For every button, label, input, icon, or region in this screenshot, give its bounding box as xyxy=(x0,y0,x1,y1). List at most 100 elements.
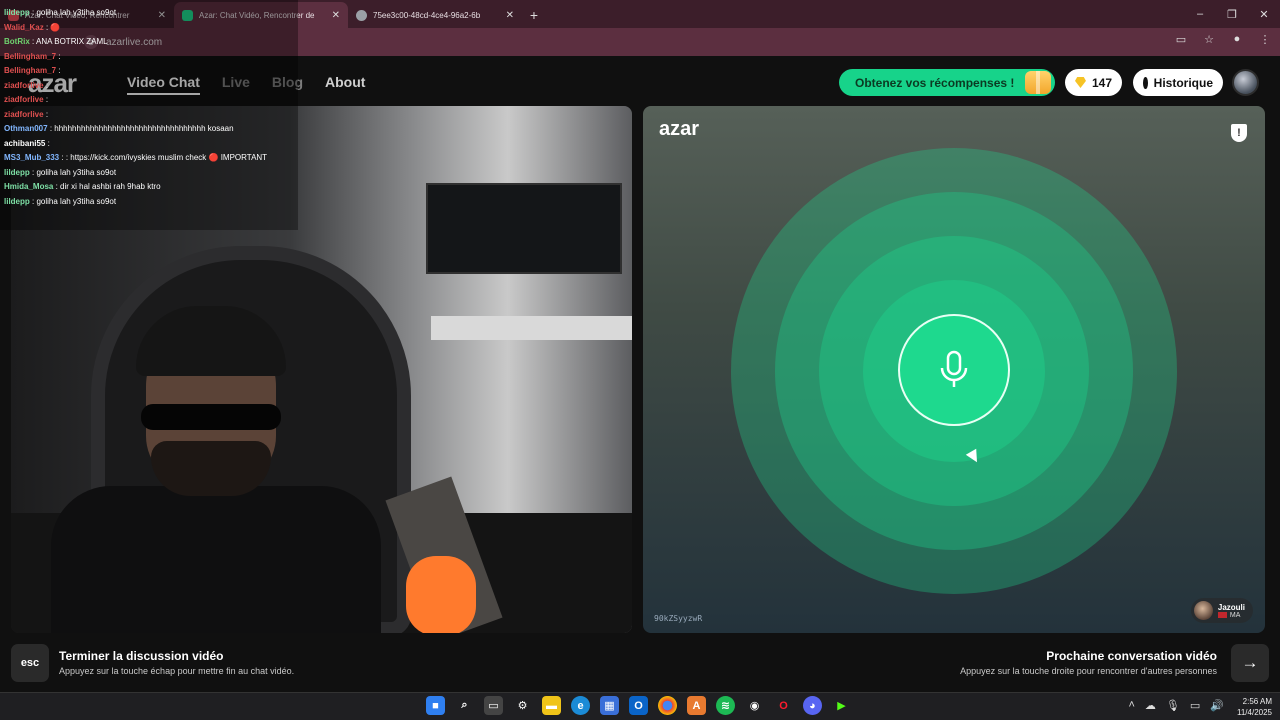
clock-icon xyxy=(1143,76,1150,89)
chat-username[interactable]: ziadforlive xyxy=(4,81,44,90)
footer-controls: esc Terminer la discussion vidéo Appuyez… xyxy=(0,643,1280,692)
new-tab-button[interactable]: + xyxy=(522,2,546,28)
chat-text: : 🔴 xyxy=(45,22,61,32)
chat-username[interactable]: Hmida_Mosa xyxy=(4,182,53,191)
morocco-flag-icon xyxy=(1217,612,1227,618)
rewards-label: Obtenez vos récompenses ! xyxy=(855,75,1015,90)
github-icon[interactable]: ◉ xyxy=(745,696,764,715)
chat-message: Walid_Kaz : 🔴 xyxy=(4,21,294,36)
gem-icon xyxy=(1075,77,1086,88)
close-window-icon[interactable]: ✕ xyxy=(1248,0,1280,28)
toolbar-actions: ▭ ☆ ● ⋮ xyxy=(1174,32,1272,46)
end-chat-title: Terminer la discussion vidéo xyxy=(59,649,224,663)
chrome-icon[interactable] xyxy=(658,696,677,715)
close-icon[interactable]: ✕ xyxy=(506,10,514,21)
window-controls: – ❐ ✕ xyxy=(1184,0,1280,28)
onedrive-icon[interactable]: ☁ xyxy=(1145,699,1156,712)
file-explorer-icon[interactable]: ▬ xyxy=(542,696,561,715)
chat-message: MS3_Mub_333 : : https://kick.com/ivyskie… xyxy=(4,151,294,166)
chat-username[interactable]: Bellingham_7 xyxy=(4,52,56,61)
task-view-icon[interactable]: ▭ xyxy=(484,696,503,715)
profile-icon[interactable]: ● xyxy=(1230,32,1244,46)
maximize-icon[interactable]: ❐ xyxy=(1216,0,1248,28)
chat-username[interactable]: achibani55 xyxy=(4,139,45,148)
chat-username[interactable]: ziadforlive xyxy=(4,110,44,119)
clock-time: 2:56 AM xyxy=(1242,697,1272,706)
session-code: 90kZSyyzwR xyxy=(654,614,703,623)
chat-username[interactable]: MS3_Mub_333 xyxy=(4,153,59,162)
chat-username[interactable]: lildepp xyxy=(4,168,30,177)
outlook-icon[interactable]: O xyxy=(629,696,648,715)
avatar[interactable] xyxy=(1232,69,1259,96)
orange-light xyxy=(406,556,476,633)
chat-message: lildepp : goliha lah y3tiha so9ot xyxy=(4,166,294,181)
partner-name: Jazouli xyxy=(1217,602,1245,612)
clock[interactable]: 2:56 AM 11/4/2025 xyxy=(1237,696,1272,718)
menu-icon[interactable]: ⋮ xyxy=(1258,32,1272,46)
chat-username[interactable]: BotRix xyxy=(4,37,30,46)
chat-message: lildepp : goliha lah y3tiha so9ot xyxy=(4,195,294,210)
search-icon[interactable]: ⌕ xyxy=(455,696,474,715)
chat-text: : hhhhhhhhhhhhhhhhhhhhhhhhhhhhhhhhhh kos… xyxy=(49,124,234,133)
chat-text: : ANA BOTRIX ZAML xyxy=(32,37,108,46)
chat-text: : xyxy=(45,95,49,104)
cast-icon[interactable]: ▭ xyxy=(1174,32,1188,46)
chat-text: : xyxy=(45,80,49,90)
end-chat-hint: Appuyez sur la touche échap pour mettre … xyxy=(59,666,295,676)
microphone-tray-icon[interactable]: 🎙 xyxy=(1166,699,1180,712)
spotify-icon[interactable]: ≋ xyxy=(716,696,735,715)
esc-button[interactable]: esc xyxy=(11,644,49,682)
chat-username[interactable]: ziadforlive xyxy=(4,95,44,104)
store-icon[interactable]: ▦ xyxy=(600,696,619,715)
app-icon[interactable]: A xyxy=(687,696,706,715)
chat-text: : goliha lah y3tiha so9ot xyxy=(32,8,117,17)
partner-badge[interactable]: Jazouli MA xyxy=(1190,598,1253,623)
chat-username[interactable]: Walid_Kaz xyxy=(4,23,44,32)
chat-text: : dir xi hal ashbi rah 9hab ktro xyxy=(55,182,161,191)
next-chat-title: Prochaine conversation vidéo xyxy=(1046,649,1217,663)
person-beard xyxy=(151,441,271,496)
kick-icon[interactable]: ▶ xyxy=(832,696,851,715)
chat-text: : : https://kick.com/ivyskies muslim che… xyxy=(61,153,268,162)
chat-username[interactable]: lildepp xyxy=(4,197,30,206)
star-icon[interactable]: ☆ xyxy=(1202,32,1216,46)
sunglasses xyxy=(141,404,281,430)
chat-username[interactable]: Othman007 xyxy=(4,124,48,133)
system-tray: ˄ ☁ 🎙 ▭ 🔊 xyxy=(1128,699,1224,712)
rewards-button[interactable]: Obtenez vos récompenses ! xyxy=(839,69,1055,96)
next-chat-hint: Appuyez sur la touche droite pour rencon… xyxy=(960,666,1217,676)
tab-uuid[interactable]: 75ee3c00-48cd-4ce4-96a2-6b ✕ xyxy=(348,2,522,28)
chat-message: lildepp : goliha lah y3tiha so9ot xyxy=(4,6,294,21)
windows-taskbar: ■ ⌕ ▭ ⚙ ▬ e ▦ O A ≋ ◉ O ◕ ▶ ˄ ☁ 🎙 ▭ 🔊 2:… xyxy=(0,692,1280,720)
windows-start-icon[interactable]: ■ xyxy=(426,696,445,715)
remote-logo: azar xyxy=(659,118,700,140)
microphone-button[interactable] xyxy=(898,314,1010,426)
discord-icon[interactable]: ◕ xyxy=(803,696,822,715)
chat-message: BotRix : ANA BOTRIX ZAML xyxy=(4,35,294,50)
settings-gear-icon[interactable]: ⚙ xyxy=(513,696,532,715)
tab-title: 75ee3c00-48cd-4ce4-96a2-6b xyxy=(373,10,481,20)
gift-icon xyxy=(1025,71,1051,94)
gems-count: 147 xyxy=(1091,75,1112,90)
minimize-icon[interactable]: – xyxy=(1184,0,1216,28)
chat-message: Hmida_Mosa : dir xi hal ashbi rah 9hab k… xyxy=(4,180,294,195)
report-shield-icon[interactable]: ! xyxy=(1231,124,1247,142)
chat-username[interactable]: lildepp xyxy=(4,8,30,17)
gems-button[interactable]: 147 xyxy=(1065,69,1122,96)
chat-text: : goliha lah y3tiha so9ot xyxy=(32,196,117,206)
display-icon[interactable]: ▭ xyxy=(1190,699,1200,712)
next-arrow-button[interactable]: → xyxy=(1231,644,1269,682)
chat-text: : goliha lah y3tiha so9ot xyxy=(32,167,117,177)
chat-text: : xyxy=(47,138,50,148)
chat-message: ziadforlive : xyxy=(4,93,294,108)
chat-text: : xyxy=(45,109,49,119)
nav-about[interactable]: About xyxy=(325,74,365,95)
edge-icon[interactable]: e xyxy=(571,696,590,715)
chevron-up-icon[interactable]: ˄ xyxy=(1128,699,1134,712)
clock-date: 11/4/2025 xyxy=(1237,708,1272,717)
chat-username[interactable]: Bellingham_7 xyxy=(4,66,56,75)
history-button[interactable]: Historique xyxy=(1133,69,1223,96)
opera-icon[interactable]: O xyxy=(774,696,793,715)
close-icon[interactable]: ✕ xyxy=(332,10,340,21)
volume-icon[interactable]: 🔊 xyxy=(1210,699,1224,712)
